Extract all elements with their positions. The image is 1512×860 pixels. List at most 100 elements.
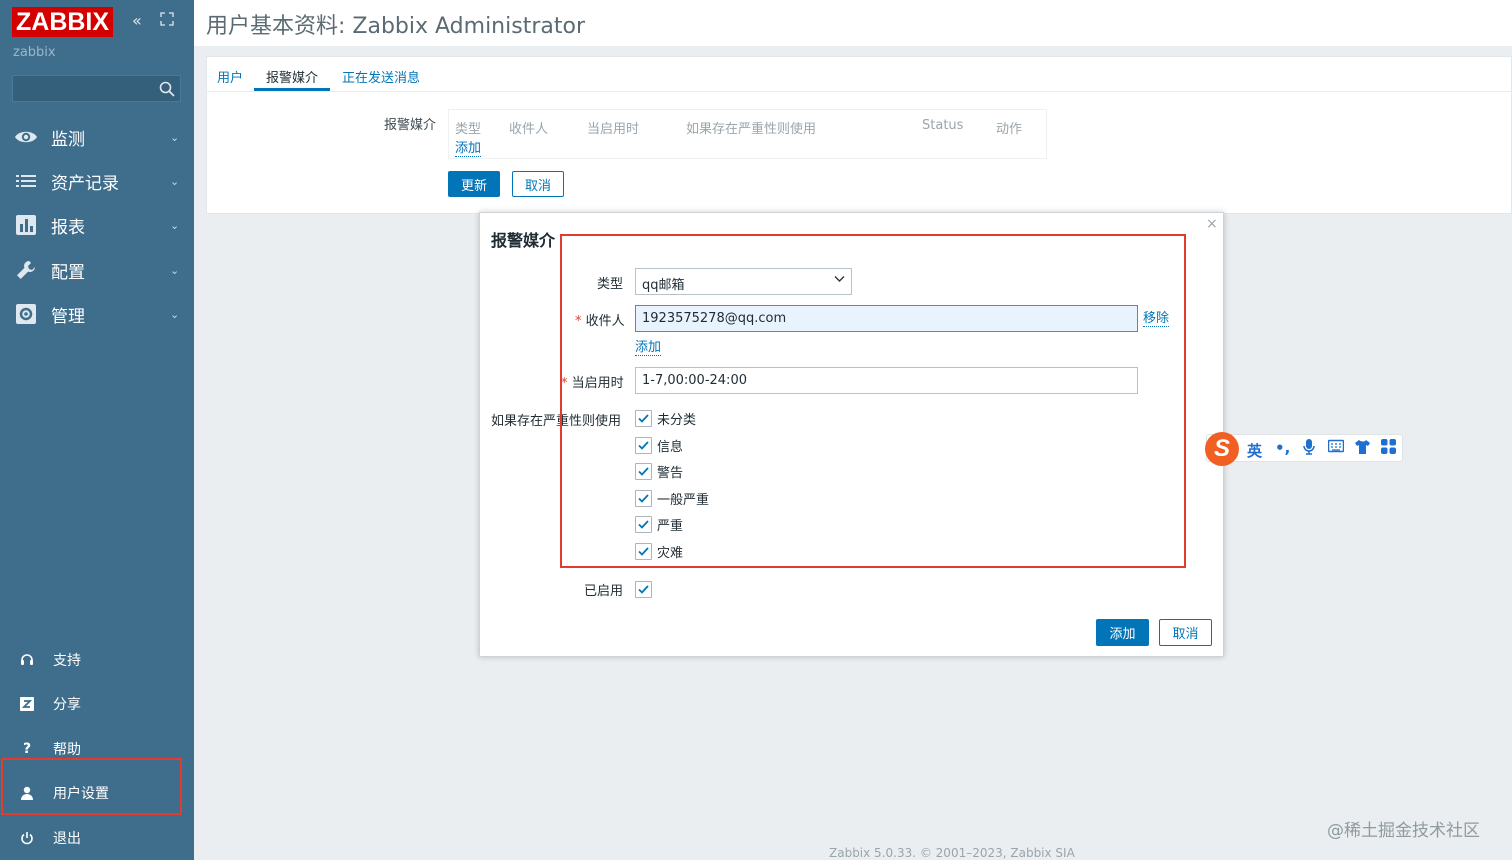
chevron-down-icon: ⌄ <box>170 307 180 321</box>
checkbox-checked[interactable] <box>635 462 652 480</box>
type-select[interactable]: qq邮箱 <box>635 268 852 295</box>
power-icon <box>19 830 35 846</box>
menu-label: 监测 <box>51 129 85 150</box>
checkbox-checked[interactable] <box>635 542 652 560</box>
menu-item-administration[interactable]: 管理 ⌄ <box>0 294 194 334</box>
sidebar-search-input[interactable] <box>12 75 181 102</box>
cancel-button[interactable]: 取消 <box>512 171 564 197</box>
recipient-input[interactable] <box>635 305 1138 332</box>
media-dialog: 报警媒介 × 类型 qq邮箱 * 收件人 移除 添加 * 当启用时 如果存在严重… <box>479 212 1224 657</box>
tab-user[interactable]: 用户 <box>217 67 243 86</box>
when-active-label-text: 当启用时 <box>571 376 624 391</box>
chevron-down-icon: ⌄ <box>170 218 180 232</box>
double-chevron-left-icon[interactable]: « <box>132 12 142 30</box>
column-header-status: Status <box>922 118 964 133</box>
fullscreen-icon[interactable] <box>160 12 174 30</box>
gear-icon <box>14 303 38 325</box>
keyboard-icon[interactable] <box>1327 439 1345 457</box>
column-header-when-active: 当启用时 <box>587 122 640 137</box>
recipient-label-text: 收件人 <box>585 314 625 329</box>
list-icon <box>14 170 38 192</box>
menu-item-configuration[interactable]: 配置 ⌄ <box>0 250 194 290</box>
media-section-label: 报警媒介 <box>384 118 437 133</box>
when-active-input[interactable] <box>635 367 1138 394</box>
checkbox-checked[interactable] <box>635 515 652 533</box>
close-icon[interactable]: × <box>1206 216 1218 232</box>
enabled-label: 已启用 <box>584 584 624 599</box>
page-title: 用户基本资料: Zabbix Administrator <box>206 14 585 39</box>
share-label: 分享 <box>53 697 81 713</box>
enabled-checkbox-row[interactable] <box>635 580 652 598</box>
column-header-recipient: 收件人 <box>509 122 549 137</box>
search-icon[interactable] <box>159 81 175 97</box>
menu-label: 资产记录 <box>51 173 119 194</box>
checkbox-checked[interactable] <box>635 489 652 507</box>
severity-label-text: 一般严重 <box>657 492 710 508</box>
zabbix-logo[interactable]: ZABBIX <box>12 7 114 37</box>
sidebar: ZABBIX « zabbix 监测 ⌄ 资产记录 ⌄ 报表 ⌄ 配置 ⌄ 管理… <box>0 0 194 860</box>
toolbox-grid-icon[interactable] <box>1381 439 1396 458</box>
active-tab-indicator <box>254 88 330 91</box>
column-header-severity: 如果存在严重性则使用 <box>686 122 817 137</box>
column-header-type: 类型 <box>455 122 482 137</box>
required-marker: * <box>575 314 586 329</box>
when-active-label: * 当启用时 <box>561 372 624 391</box>
tab-media[interactable]: 报警媒介 <box>266 67 318 86</box>
required-marker: * <box>561 376 572 391</box>
add-recipient-link[interactable]: 添加 <box>635 340 662 356</box>
chevron-down-icon: ⌄ <box>170 174 180 188</box>
severity-label: 如果存在严重性则使用 <box>491 414 622 429</box>
help-label: 帮助 <box>53 742 81 758</box>
share-z-icon <box>19 696 35 712</box>
microphone-icon[interactable] <box>1303 439 1315 459</box>
update-button[interactable]: 更新 <box>448 171 500 197</box>
severity-label-text: 严重 <box>657 518 684 534</box>
sogou-logo-icon[interactable]: S <box>1205 432 1239 466</box>
severity-label-text: 警告 <box>657 465 684 481</box>
menu-label: 配置 <box>51 262 85 283</box>
support-label: 支持 <box>53 653 81 669</box>
checkbox-checked[interactable] <box>635 436 652 454</box>
menu-item-monitoring[interactable]: 监测 ⌄ <box>0 117 194 157</box>
chevron-down-icon <box>834 273 845 287</box>
media-table: 类型 收件人 当启用时 如果存在严重性则使用 Status 动作 添加 <box>448 109 1047 159</box>
media-add-link[interactable]: 添加 <box>455 137 482 157</box>
menu-label: 报表 <box>51 217 85 238</box>
server-name: zabbix <box>13 45 56 60</box>
recipient-label: * 收件人 <box>575 310 625 329</box>
ime-toolbar[interactable]: S 英 •, <box>1205 432 1403 466</box>
bar-chart-icon <box>14 214 38 236</box>
chevron-down-icon: ⌄ <box>170 263 180 277</box>
severity-information[interactable]: 信息 <box>635 436 683 455</box>
tab-messaging[interactable]: 正在发送消息 <box>342 67 420 86</box>
skin-shirt-icon[interactable] <box>1354 439 1371 458</box>
enabled-checkbox[interactable] <box>635 580 652 598</box>
dialog-cancel-button[interactable]: 取消 <box>1159 619 1212 646</box>
logo-row: ZABBIX <box>12 6 114 38</box>
type-label: 类型 <box>597 277 624 292</box>
support-link[interactable]: 支持 <box>0 642 194 678</box>
severity-average[interactable]: 一般严重 <box>635 489 710 508</box>
severity-warning[interactable]: 警告 <box>635 462 684 481</box>
menu-label: 管理 <box>51 306 85 327</box>
dialog-add-button[interactable]: 添加 <box>1096 619 1149 646</box>
logout-label: 退出 <box>53 831 81 847</box>
menu-item-reports[interactable]: 报表 ⌄ <box>0 205 194 245</box>
dialog-title: 报警媒介 <box>491 231 556 250</box>
menu-item-inventory[interactable]: 资产记录 ⌄ <box>0 161 194 201</box>
help-icon: ? <box>22 741 32 757</box>
headset-icon <box>19 652 35 668</box>
footer-copyright: Zabbix 5.0.33. © 2001–2023, Zabbix SIA <box>829 846 1075 860</box>
logout-link[interactable]: 退出 <box>0 820 194 856</box>
ime-punctuation-toggle[interactable]: •, <box>1275 439 1290 457</box>
chevron-down-icon: ⌄ <box>170 130 180 144</box>
severity-not-classified[interactable]: 未分类 <box>635 409 696 428</box>
checkbox-checked[interactable] <box>635 409 652 427</box>
severity-high[interactable]: 严重 <box>635 515 684 534</box>
ime-language-toggle[interactable]: 英 <box>1247 440 1262 461</box>
share-link[interactable]: 分享 <box>0 686 194 722</box>
type-select-value: qq邮箱 <box>642 278 685 293</box>
wrench-icon <box>14 259 38 281</box>
severity-disaster[interactable]: 灾难 <box>635 542 683 561</box>
remove-recipient-link[interactable]: 移除 <box>1143 311 1170 327</box>
